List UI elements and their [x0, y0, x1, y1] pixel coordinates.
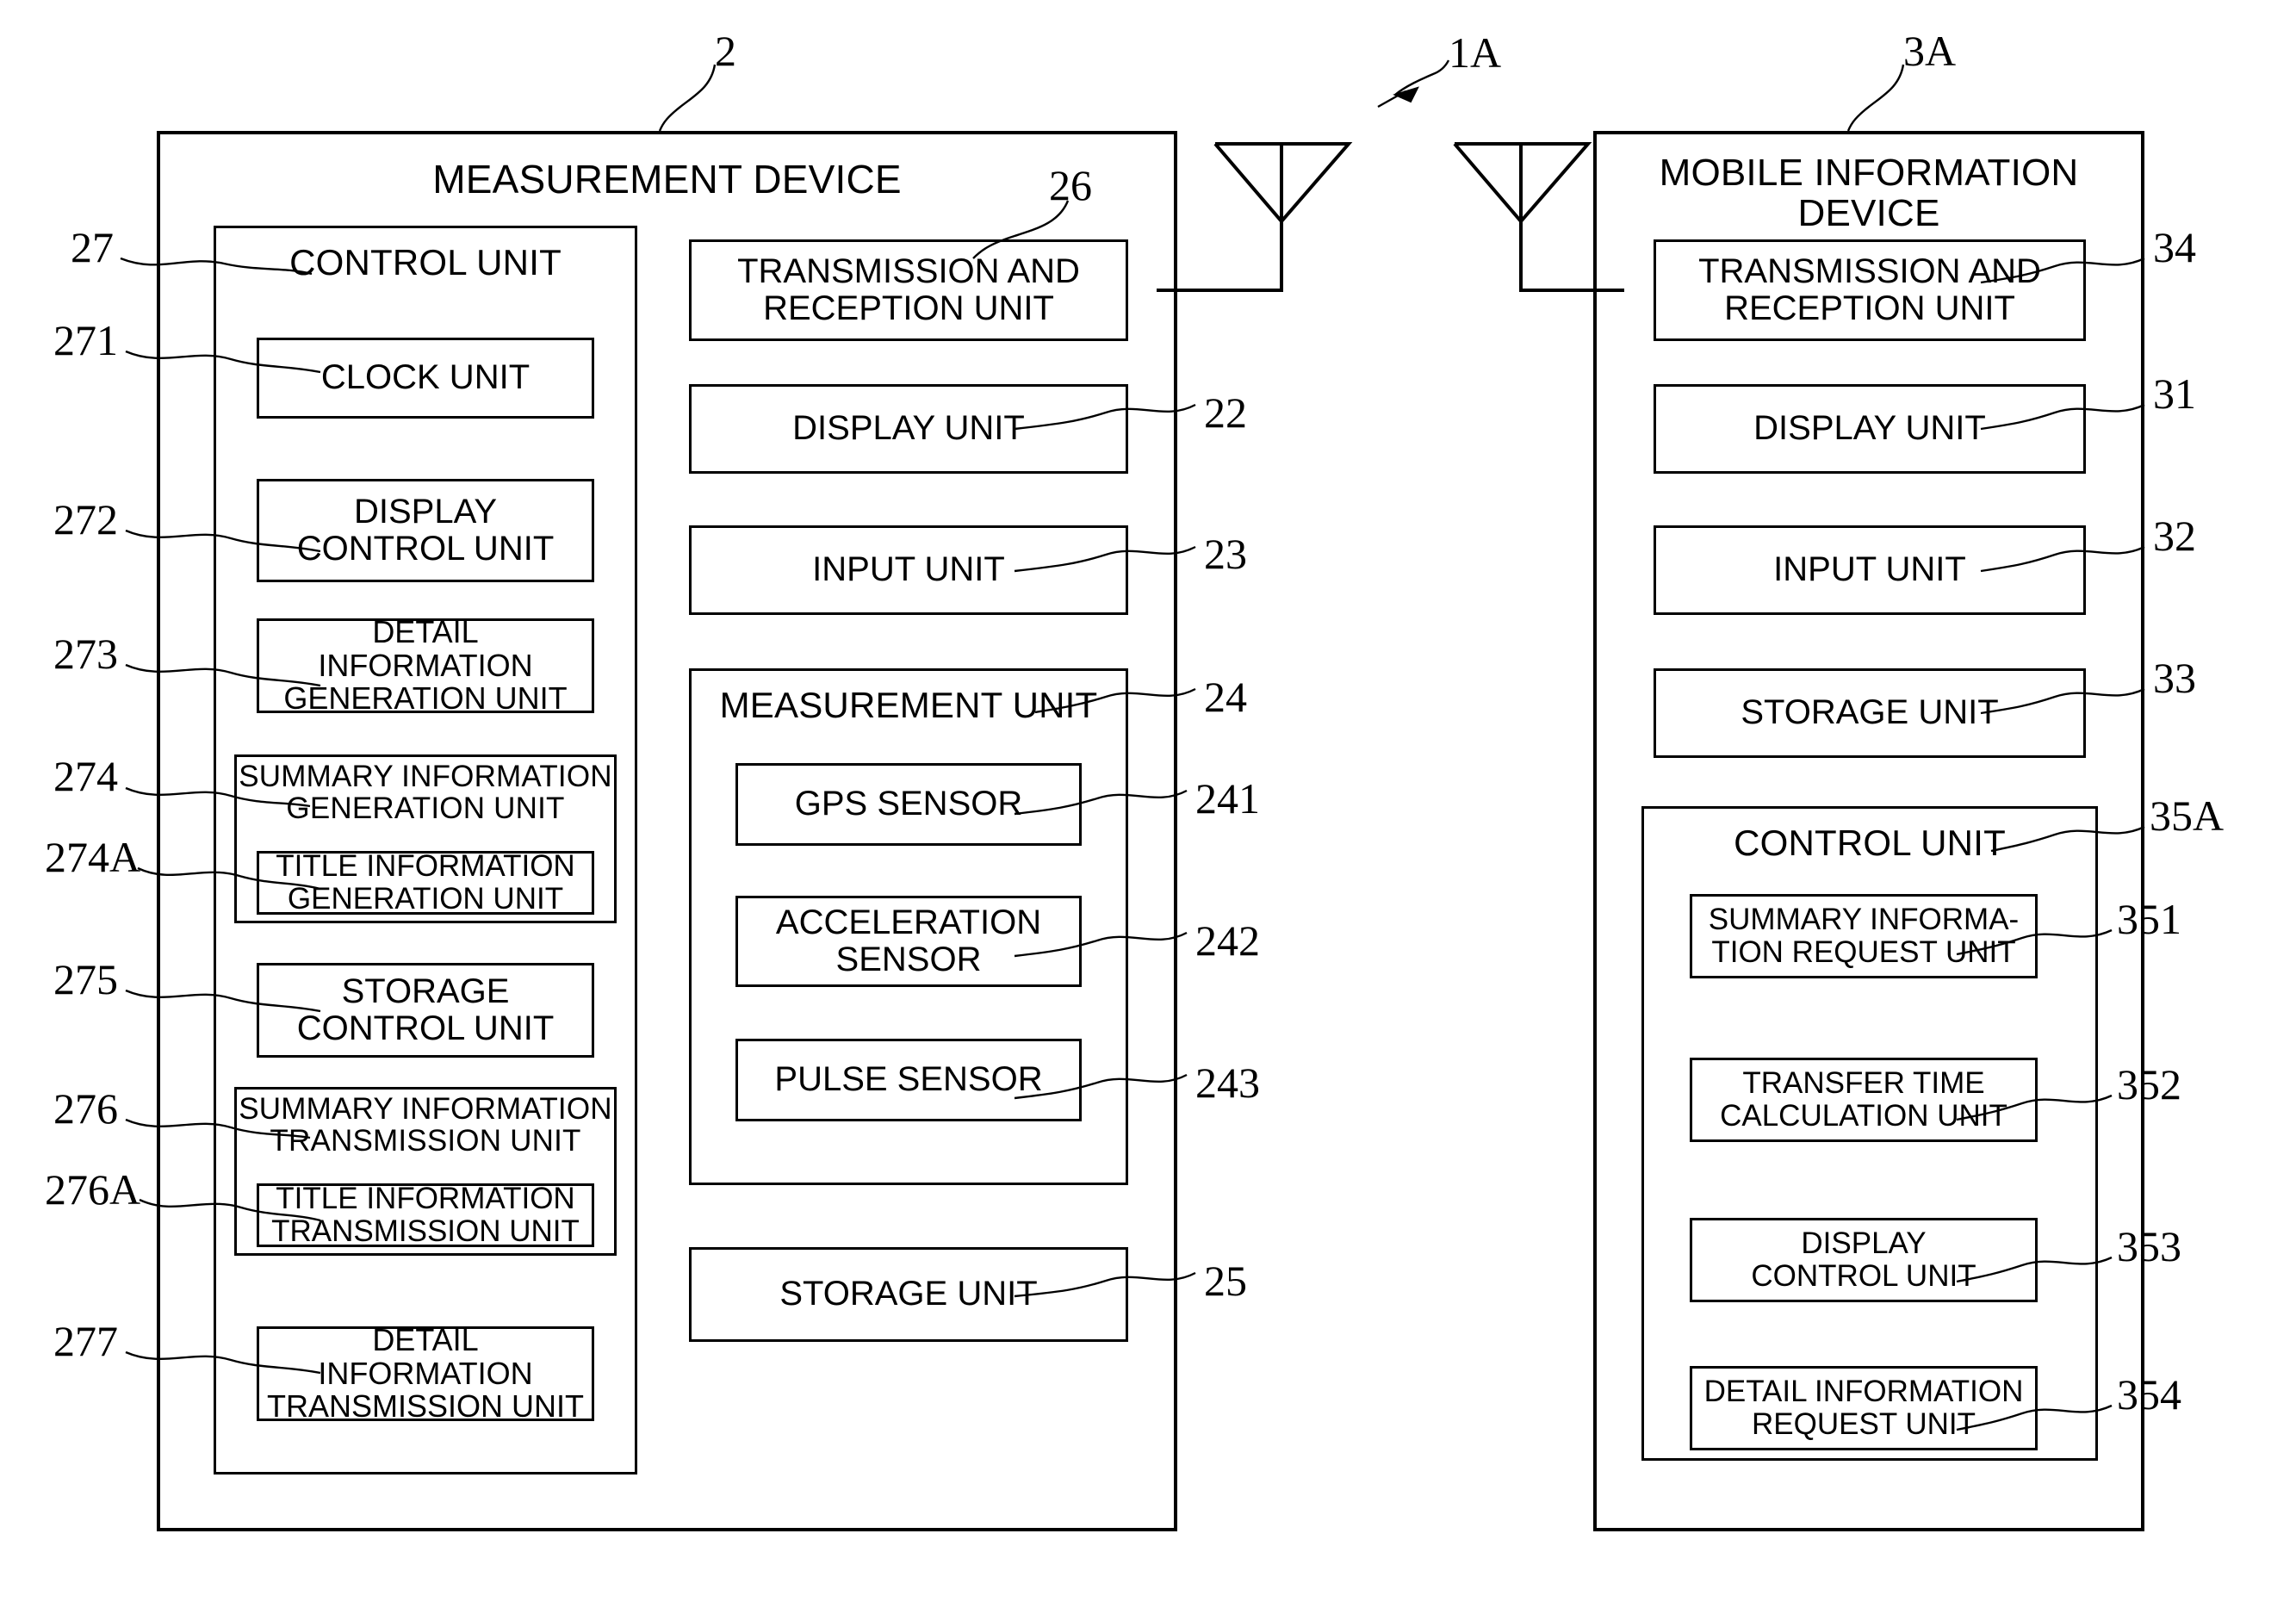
title-information-generation-unit-box: TITLE INFORMATION GENERATION UNIT: [257, 849, 594, 916]
acceleration-sensor-box: ACCELERATION SENSOR: [735, 896, 1082, 987]
summary-information-generation-unit-label: SUMMARY INFORMATION GENERATION UNIT: [239, 760, 612, 826]
storage-control-unit-label: STORAGE CONTROL UNIT: [296, 972, 555, 1047]
clock-unit-box: CLOCK UNIT: [257, 338, 594, 419]
ref-numeral-27: 27: [71, 223, 114, 271]
mobile-transmission-reception-unit-label: TRANSMISSION AND RECEPTION UNIT: [1698, 251, 2041, 327]
detail-information-transmission-unit-box: DETAIL INFORMATION TRANSMISSION UNIT: [257, 1323, 594, 1423]
measurement-transmission-reception-unit-box: TRANSMISSION AND RECEPTION UNIT: [689, 239, 1128, 341]
display-control-unit-box: DISPLAY CONTROL UNIT: [257, 479, 594, 582]
ref-numeral-353: 353: [2117, 1222, 2181, 1270]
mobile-control-unit-title: CONTROL UNIT: [1734, 823, 2006, 863]
patent-figure: MEASUREMENT DEVICE CONTROL UNIT CLOCK UN…: [0, 0, 2296, 1608]
title-information-transmission-unit-box: TITLE INFORMATION TRANSMISSION UNIT: [257, 1183, 594, 1247]
ref-numeral-271: 271: [53, 316, 118, 364]
transfer-time-calculation-unit-box: TRANSFER TIME CALCULATION UNIT: [1690, 1058, 2038, 1142]
detail-information-generation-unit-box: DETAIL INFORMATION GENERATION UNIT: [257, 615, 594, 715]
ref-numeral-242: 242: [1195, 916, 1260, 965]
ref-numeral-32: 32: [2153, 512, 2196, 560]
ref-numeral-31: 31: [2153, 369, 2196, 418]
mobile-transmission-reception-unit-box: TRANSMISSION AND RECEPTION UNIT: [1654, 239, 2086, 341]
ref-numeral-3A: 3A: [1903, 27, 1957, 75]
ref-numeral-276A: 276A: [45, 1165, 141, 1214]
mobile-display-control-unit-label: DISPLAY CONTROL UNIT: [1751, 1226, 1976, 1293]
title-information-generation-unit-label: TITLE INFORMATION GENERATION UNIT: [276, 849, 575, 916]
ref-numeral-352: 352: [2117, 1060, 2181, 1108]
ref-numeral-2: 2: [715, 27, 736, 75]
summary-information-request-unit-label: SUMMARY INFORMA- TION REQUEST UNIT: [1708, 903, 2020, 969]
leader-2: [658, 64, 717, 132]
ref-numeral-274: 274: [53, 752, 118, 800]
ref-numeral-243: 243: [1195, 1059, 1260, 1107]
ref-numeral-26: 26: [1049, 161, 1092, 209]
mobile-information-device-title: MOBILE INFORMATION DEVICE: [1659, 152, 2079, 234]
measurement-input-unit-box: INPUT UNIT: [689, 525, 1128, 615]
detail-information-transmission-unit-label: DETAIL INFORMATION TRANSMISSION UNIT: [266, 1321, 584, 1425]
pulse-sensor-label: PULSE SENSOR: [774, 1060, 1043, 1099]
ref-numeral-33: 33: [2153, 654, 2196, 702]
mobile-input-unit-box: INPUT UNIT: [1654, 525, 2086, 615]
ref-numeral-1A: 1A: [1449, 28, 1502, 77]
clock-unit-label: CLOCK UNIT: [320, 358, 531, 397]
ref-numeral-351: 351: [2117, 895, 2181, 943]
measurement-display-unit-label: DISPLAY UNIT: [792, 409, 1025, 448]
measurement-storage-unit-box: STORAGE UNIT: [689, 1247, 1128, 1342]
ref-numeral-34: 34: [2153, 223, 2196, 271]
detail-information-generation-unit-label: DETAIL INFORMATION GENERATION UNIT: [283, 613, 568, 717]
measurement-transmission-reception-unit-label: TRANSMISSION AND RECEPTION UNIT: [737, 251, 1080, 327]
ref-numeral-275: 275: [53, 955, 118, 1003]
ref-numeral-241: 241: [1195, 774, 1260, 823]
measurement-display-unit-box: DISPLAY UNIT: [689, 384, 1128, 474]
title-information-transmission-unit-label: TITLE INFORMATION TRANSMISSION UNIT: [271, 1182, 580, 1248]
measurement-input-unit-label: INPUT UNIT: [812, 550, 1005, 589]
mobile-input-unit-label: INPUT UNIT: [1773, 550, 1966, 589]
gps-sensor-label: GPS SENSOR: [794, 785, 1023, 823]
ref-numeral-276: 276: [53, 1084, 118, 1133]
ref-numeral-354: 354: [2117, 1370, 2181, 1419]
transfer-time-calculation-unit-label: TRANSFER TIME CALCULATION UNIT: [1720, 1066, 2007, 1133]
ref-numeral-273: 273: [53, 630, 118, 678]
ref-numeral-274A: 274A: [45, 833, 141, 881]
acceleration-sensor-label: ACCELERATION SENSOR: [775, 903, 1042, 978]
mobile-storage-unit-box: STORAGE UNIT: [1654, 668, 2086, 758]
ref-numeral-24: 24: [1204, 673, 1247, 721]
ref-numeral-35A: 35A: [2150, 792, 2225, 840]
ref-numeral-22: 22: [1204, 388, 1247, 437]
storage-control-unit-box: STORAGE CONTROL UNIT: [257, 963, 594, 1058]
mobile-storage-unit-label: STORAGE UNIT: [1741, 693, 1999, 732]
detail-information-request-unit-box: DETAIL INFORMATION REQUEST UNIT: [1690, 1366, 2038, 1450]
ref-numeral-277: 277: [53, 1317, 118, 1365]
mobile-display-unit-label: DISPLAY UNIT: [1753, 409, 1986, 448]
pulse-sensor-box: PULSE SENSOR: [735, 1039, 1082, 1121]
ref-numeral-25: 25: [1204, 1257, 1247, 1305]
measurement-unit-title: MEASUREMENT UNIT: [719, 685, 1098, 725]
summary-information-request-unit-box: SUMMARY INFORMA- TION REQUEST UNIT: [1690, 894, 2038, 978]
summary-information-transmission-unit-label: SUMMARY INFORMATION TRANSMISSION UNIT: [239, 1092, 612, 1158]
leader-3A: [1846, 64, 1905, 132]
mobile-display-unit-box: DISPLAY UNIT: [1654, 384, 2086, 474]
measurement-control-unit-title: CONTROL UNIT: [289, 242, 562, 282]
measurement-device-antenna: [1157, 142, 1353, 292]
gps-sensor-box: GPS SENSOR: [735, 763, 1082, 846]
mobile-display-control-unit-box: DISPLAY CONTROL UNIT: [1690, 1218, 2038, 1302]
display-control-unit-label: DISPLAY CONTROL UNIT: [296, 492, 555, 568]
ref-numeral-272: 272: [53, 495, 118, 543]
measurement-storage-unit-label: STORAGE UNIT: [779, 1275, 1038, 1313]
ref-numeral-23: 23: [1204, 530, 1247, 578]
measurement-device-title: MEASUREMENT DEVICE: [432, 157, 902, 202]
detail-information-request-unit-label: DETAIL INFORMATION REQUEST UNIT: [1703, 1375, 2024, 1441]
system-pointer-arrow: [1377, 59, 1450, 109]
